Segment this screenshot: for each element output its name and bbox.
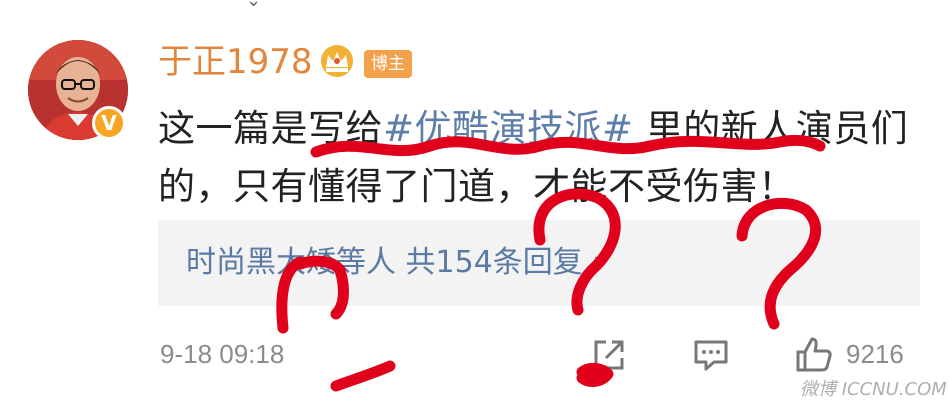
verified-badge: V (92, 106, 126, 140)
author-name[interactable]: 于正1978 (158, 40, 313, 84)
comment-icon[interactable] (692, 338, 730, 372)
chevron-down-icon[interactable]: ⌄ (246, 0, 261, 11)
hashtag-link[interactable]: #优酷演技派# (383, 107, 634, 150)
post-timestamp: 9-18 09:18 (160, 339, 285, 369)
blogger-badge: 博主 (364, 50, 412, 78)
like-count: 9216 (846, 339, 904, 369)
top-edge: ⌄ (0, 0, 949, 12)
share-icon[interactable] (590, 336, 628, 374)
replies-panel[interactable]: 时尚黑大矮等人 共154条回复 › (158, 220, 920, 306)
replies-summary-link[interactable]: 时尚黑大矮等人 共154条回复 › (186, 240, 604, 286)
dash-scribble (330, 360, 396, 392)
crown-icon (321, 45, 353, 77)
post-text-intro: 这一篇是写给 (158, 107, 383, 150)
watermark: 微博 ICCNU.COM (800, 379, 947, 400)
like-icon[interactable] (794, 334, 834, 374)
post-text: 这一篇是写给#优酷演技派# 里的新人演员们的，只有懂得了门道，才能不受伤害！ (158, 100, 918, 216)
